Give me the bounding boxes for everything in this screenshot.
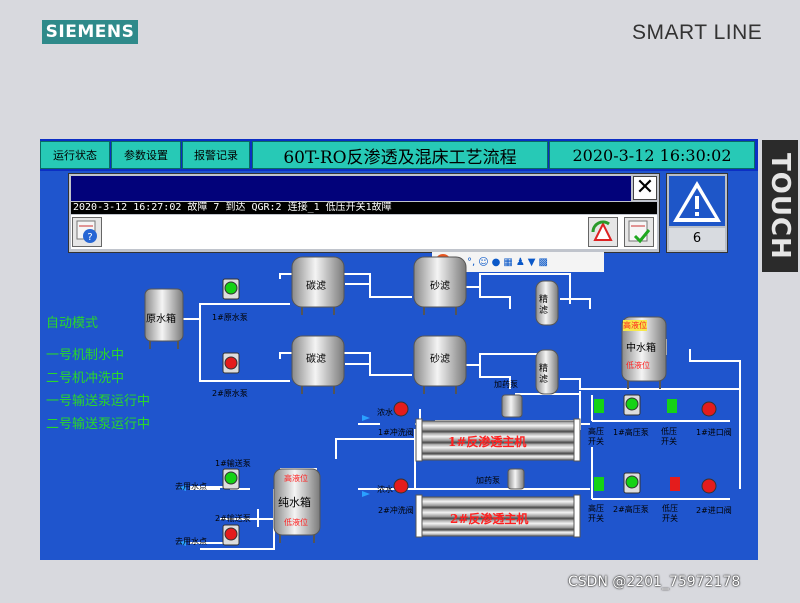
dosing-tank-1: [501, 394, 523, 418]
pump-raw-1: [222, 278, 240, 300]
conc-label-2: 浓水: [377, 485, 393, 494]
high-pump-2-label: 2#高压泵: [613, 505, 649, 514]
middle-high-level: 高液位: [623, 320, 647, 331]
low-switch-2-label: 低压开关: [662, 504, 678, 523]
pump-raw-2: [222, 352, 240, 374]
use-point-2-label: 去用水点: [175, 537, 207, 546]
model-label: SMART LINE: [632, 21, 763, 44]
high-switch-2-label: 高压开关: [588, 504, 604, 523]
status-auto-mode: 自动模式: [46, 316, 99, 331]
status-transfer2: 二号输送泵运行中: [46, 417, 151, 432]
carbon-label-2: 碳滤: [306, 354, 326, 365]
status-unit1: 一号机制水中: [46, 348, 125, 363]
status-transfer1: 一号输送泵运行中: [46, 394, 151, 409]
brand-logo: SIEMENS: [42, 20, 138, 44]
raw-pump-1-label: 1#原水泵: [212, 313, 248, 322]
inlet-valve-1: [701, 401, 717, 417]
use-point-1-label: 去用水点: [175, 482, 207, 491]
touch-label: TOUCH: [762, 140, 798, 272]
fine-label-2: 精滤: [539, 364, 549, 385]
high-switch-1-label: 高压开关: [588, 427, 604, 446]
carbon-label-1: 碳滤: [306, 281, 326, 292]
inlet-valve-2-label: 2#进口阀: [696, 506, 732, 515]
flush-valve-1-label: 1#冲洗阀: [378, 428, 414, 437]
flush-valve-1: [393, 401, 409, 417]
high-pump-1-label: 1#高压泵: [613, 428, 649, 437]
flush-valve-2: [393, 478, 409, 494]
middle-low-level: 低液位: [626, 361, 650, 370]
middle-tank-label: 中水箱: [626, 343, 656, 354]
sand-filter-2: [413, 335, 467, 394]
high-pressure-switch-2: [594, 477, 604, 491]
raw-pump-2-label: 2#原水泵: [212, 389, 248, 398]
hmi-screen: 运行状态 参数设置 报警记录 60T-RO反渗透及混床工艺流程 2020-3-1…: [40, 139, 758, 560]
sand-label-1: 砂滤: [430, 281, 450, 292]
raw-tank-label: 原水箱: [146, 314, 176, 325]
sand-label-2: 砂滤: [430, 354, 450, 365]
pure-tank-label: 纯水箱: [278, 496, 311, 509]
dosing-tank-2: [507, 468, 525, 490]
status-unit2: 二号机冲洗中: [46, 371, 125, 386]
carbon-filter-2: [291, 335, 345, 394]
pump-high-pressure-1: [623, 394, 641, 416]
low-pressure-switch-2: [670, 477, 680, 491]
inlet-valve-2: [701, 478, 717, 494]
pure-high-level: 高液位: [284, 474, 308, 483]
dosing-pump-2-label: 加药泵: [476, 476, 500, 485]
dosing-pump-1-label: 加药泵: [494, 380, 518, 389]
arrow-conc-1: [362, 415, 370, 421]
fine-label-1: 精滤: [539, 295, 549, 316]
transfer-pump-2-label: 2#输送泵: [215, 514, 251, 523]
pump-transfer-1: [222, 468, 240, 490]
arrow-conc-2: [362, 491, 370, 497]
conc-label-1: 浓水: [377, 408, 393, 417]
transfer-pump-1-label: 1#输送泵: [215, 459, 251, 468]
pump-transfer-2: [222, 524, 240, 546]
ro-unit-2-label: 2#反渗透主机: [450, 512, 529, 526]
ro-unit-1-label: 1#反渗透主机: [448, 435, 527, 449]
inlet-valve-1-label: 1#进口阀: [696, 428, 732, 437]
low-pressure-switch-1: [667, 399, 677, 413]
pure-low-level: 低液位: [284, 518, 308, 527]
flush-valve-2-label: 2#冲洗阀: [378, 506, 414, 515]
watermark: CSDN @2201_75972178: [568, 574, 741, 590]
high-pressure-switch-1: [594, 399, 604, 413]
low-switch-1-label: 低压开关: [661, 427, 677, 446]
pump-high-pressure-2: [623, 472, 641, 494]
